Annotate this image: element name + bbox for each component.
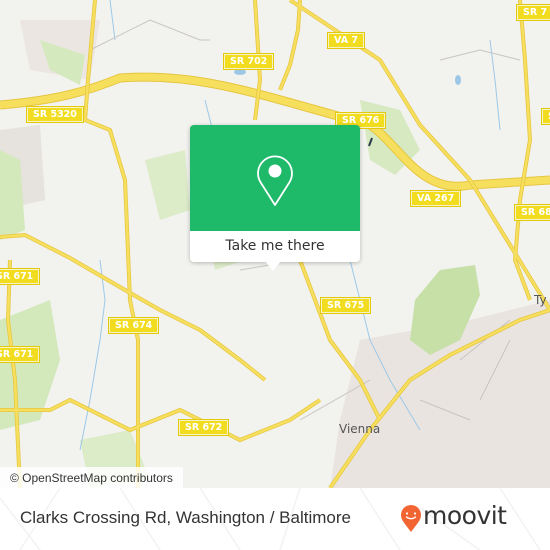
road-shield: SR 671 bbox=[0, 346, 41, 363]
location-title: Clarks Crossing Rd, Washington / Baltimo… bbox=[20, 508, 351, 527]
road-shield: SR 7 bbox=[515, 4, 550, 21]
location-popup: Take me there bbox=[190, 125, 360, 271]
map[interactable]: VA 7 SR 7 SR 702 SR 5320 SR 676 VA 267 S… bbox=[0, 0, 550, 488]
road-shield: SR bbox=[540, 108, 550, 125]
take-me-there-button[interactable]: Take me there bbox=[190, 231, 360, 262]
road-shield: SR 674 bbox=[107, 317, 160, 334]
moovit-wordmark: moovit bbox=[423, 501, 507, 530]
popup-header bbox=[190, 125, 360, 231]
place-label: Vienna bbox=[339, 422, 381, 436]
moovit-pin-icon bbox=[401, 505, 421, 532]
pond bbox=[234, 69, 246, 75]
location-pin-icon bbox=[257, 155, 293, 206]
place-label: Ty bbox=[534, 293, 547, 307]
road-shield: SR 672 bbox=[177, 419, 230, 436]
road-shield: SR 675 bbox=[319, 297, 372, 314]
popup-pointer bbox=[265, 261, 281, 271]
park bbox=[145, 150, 190, 220]
road-shield: SR 702 bbox=[222, 53, 275, 70]
map-attribution[interactable]: © OpenStreetMap contributors bbox=[0, 467, 183, 488]
road-shield: VA 267 bbox=[409, 190, 462, 207]
road-shield: SR 5320 bbox=[26, 106, 84, 123]
road-shield: VA 7 bbox=[327, 32, 365, 49]
road-shield: SR 671 bbox=[0, 268, 41, 285]
road-shield: SR 68 bbox=[514, 204, 550, 221]
pond bbox=[455, 75, 461, 85]
